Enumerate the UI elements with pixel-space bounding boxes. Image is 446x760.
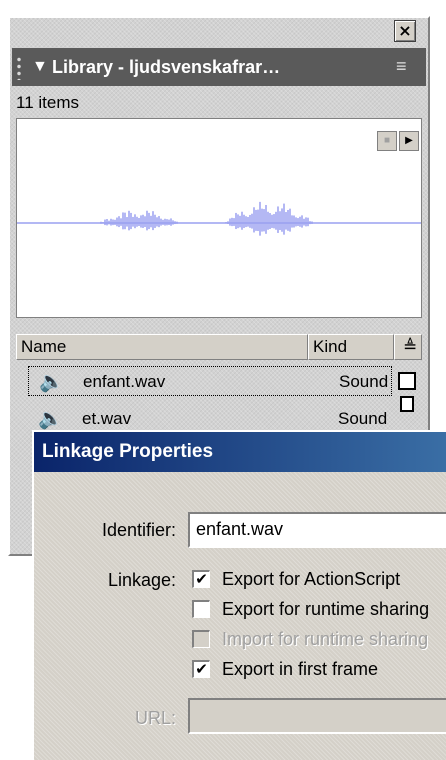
list-item[interactable]: 🔈 enfant.wav Sound <box>28 366 392 396</box>
url-label: URL: <box>134 708 176 728</box>
export-runtime-sharing-checkbox[interactable] <box>192 600 210 618</box>
linkage-label: Linkage: <box>107 570 176 590</box>
export-runtime-sharing-label[interactable]: Export for runtime sharing <box>222 597 429 621</box>
speaker-icon: 🔈 <box>39 371 64 393</box>
export-first-frame-label[interactable]: Export in first frame <box>222 657 378 681</box>
column-header-kind[interactable]: Kind <box>308 334 394 360</box>
item-kind: Sound <box>339 372 389 391</box>
url-input <box>188 698 446 734</box>
export-actionscript-label[interactable]: Export for ActionScript <box>222 567 400 591</box>
export-actionscript-checkbox[interactable]: ✔ <box>192 570 210 588</box>
play-button[interactable]: ▶ <box>399 131 419 151</box>
new-folder-icon[interactable] <box>398 372 416 390</box>
import-runtime-sharing-label: Import for runtime sharing <box>222 629 429 649</box>
close-icon[interactable]: × <box>394 20 416 42</box>
scroll-thumb[interactable] <box>400 396 414 412</box>
library-panel-header[interactable]: ▼ Library - ljudsvenskafrar… ≡ <box>12 48 426 86</box>
library-title: Library - ljudsvenskafrar… <box>52 57 281 77</box>
sound-preview: ■ ▶ <box>16 118 422 318</box>
export-first-frame-checkbox[interactable]: ✔ <box>192 660 210 678</box>
identifier-input[interactable]: enfant.wav <box>188 512 446 548</box>
column-header-name[interactable]: Name <box>16 334 308 360</box>
import-runtime-sharing-checkbox <box>192 630 210 648</box>
collapse-arrow-icon[interactable]: ▼ <box>32 57 48 77</box>
identifier-label: Identifier: <box>101 520 176 540</box>
options-menu-icon[interactable]: ≡ <box>396 54 407 78</box>
item-name: enfant.wav <box>83 372 166 391</box>
stop-button[interactable]: ■ <box>377 131 397 151</box>
dialog-title[interactable]: Linkage Properties <box>34 432 446 472</box>
drag-grip-icon[interactable] <box>16 56 22 80</box>
waveform <box>17 201 421 236</box>
playback-controls: ■ ▶ <box>377 131 421 153</box>
sort-toggle-icon[interactable]: ≜ <box>394 334 422 360</box>
items-count: 11 items <box>16 93 79 112</box>
